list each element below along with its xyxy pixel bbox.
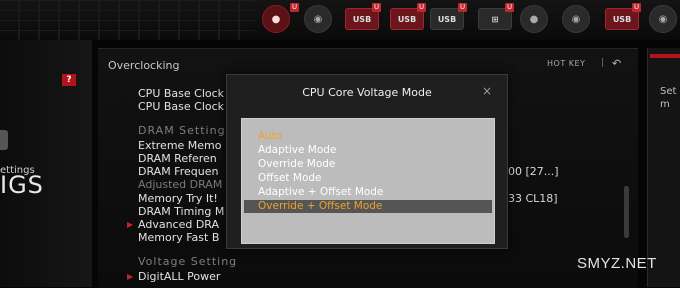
dram-frequency-value: 00 [27...]	[508, 165, 559, 178]
option-label: Adaptive Mode	[258, 144, 337, 156]
setting-advanced-dram[interactable]: Advanced DRA	[138, 218, 219, 231]
close-icon[interactable]: ×	[482, 84, 492, 98]
option-list: Auto Adaptive Mode Override Mode Offset …	[241, 118, 495, 244]
option-auto[interactable]: Auto	[244, 130, 492, 143]
option-label: Offset Mode	[258, 172, 322, 184]
uefi-badge: U	[458, 3, 467, 12]
option-label: Override Mode	[258, 158, 336, 170]
help-text-2: m	[660, 99, 670, 110]
boot-priority-bar: ● U ◉ USB U USB U USB U ⊞ U ● ◉ USB U ◉	[0, 0, 680, 40]
memory-try-it-value: 33 CL18]	[508, 192, 558, 205]
optical-disc-icon[interactable]: ◉	[304, 5, 332, 33]
submenu-arrow-icon: ▶	[127, 220, 134, 229]
header-pattern	[0, 0, 255, 40]
setting-memory-try-it[interactable]: Memory Try It!	[138, 192, 218, 205]
section-dram-setting: DRAM Setting	[138, 124, 226, 137]
optical-disc-icon[interactable]: ◉	[562, 5, 590, 33]
setting-cpu-base-clock-2[interactable]: CPU Base Clock	[138, 100, 224, 113]
sidebar-settings-title[interactable]: IGS	[0, 171, 44, 199]
uefi-badge: U	[417, 3, 426, 12]
option-offset-mode[interactable]: Offset Mode	[244, 172, 492, 185]
uefi-badge: U	[290, 3, 299, 12]
left-sidebar: ? ettings IGS	[0, 40, 92, 287]
setting-extreme-memory[interactable]: Extreme Memo	[138, 139, 222, 152]
back-icon[interactable]: ↶	[612, 57, 621, 70]
hdd-boot-icon[interactable]: ●	[520, 5, 548, 33]
uefi-badge: U	[372, 3, 381, 12]
voltage-mode-dialog: CPU Core Voltage Mode × Auto Adaptive Mo…	[226, 74, 508, 249]
option-adaptive-mode[interactable]: Adaptive Mode	[244, 144, 492, 157]
page-title: Overclocking	[108, 59, 180, 72]
setting-dram-timing-mode[interactable]: DRAM Timing M	[138, 205, 224, 218]
option-override-mode[interactable]: Override Mode	[244, 158, 492, 171]
uefi-badge: U	[505, 3, 514, 12]
option-adaptive-offset-mode[interactable]: Adaptive + Offset Mode	[244, 186, 492, 199]
submenu-arrow-icon: ▶	[127, 272, 134, 281]
option-override-offset-mode[interactable]: Override + Offset Mode	[244, 200, 492, 213]
setting-dram-frequency[interactable]: DRAM Frequen	[138, 165, 218, 178]
help-badge[interactable]: ?	[62, 74, 76, 86]
dialog-title: CPU Core Voltage Mode	[302, 86, 432, 99]
help-panel	[647, 48, 680, 287]
help-panel-accent	[650, 54, 680, 58]
hotkey-separator: |	[601, 58, 605, 68]
setting-adjusted-dram: Adjusted DRAM	[138, 178, 223, 191]
option-label: Override + Offset Mode	[258, 200, 383, 212]
setting-memory-fast-boot[interactable]: Memory Fast B	[138, 231, 219, 244]
help-text: Set	[660, 86, 677, 97]
uefi-badge: U	[632, 3, 641, 12]
setting-digitall-power[interactable]: DigitALL Power	[138, 270, 220, 283]
scrollbar[interactable]	[624, 186, 629, 238]
setting-cpu-base-clock[interactable]: CPU Base Clock	[138, 87, 224, 100]
option-label: Adaptive + Offset Mode	[258, 186, 384, 198]
optical-disc-icon[interactable]: ◉	[649, 5, 677, 33]
setting-dram-reference[interactable]: DRAM Referen	[138, 152, 217, 165]
watermark: SMYZ.NET	[577, 255, 657, 272]
section-voltage-setting: Voltage Setting	[138, 255, 238, 268]
hdd-boot-icon[interactable]: ●	[262, 5, 290, 33]
hotkey-label[interactable]: HOT KEY	[547, 59, 585, 68]
settings-tab-icon	[0, 130, 8, 150]
option-label: Auto	[258, 130, 283, 142]
